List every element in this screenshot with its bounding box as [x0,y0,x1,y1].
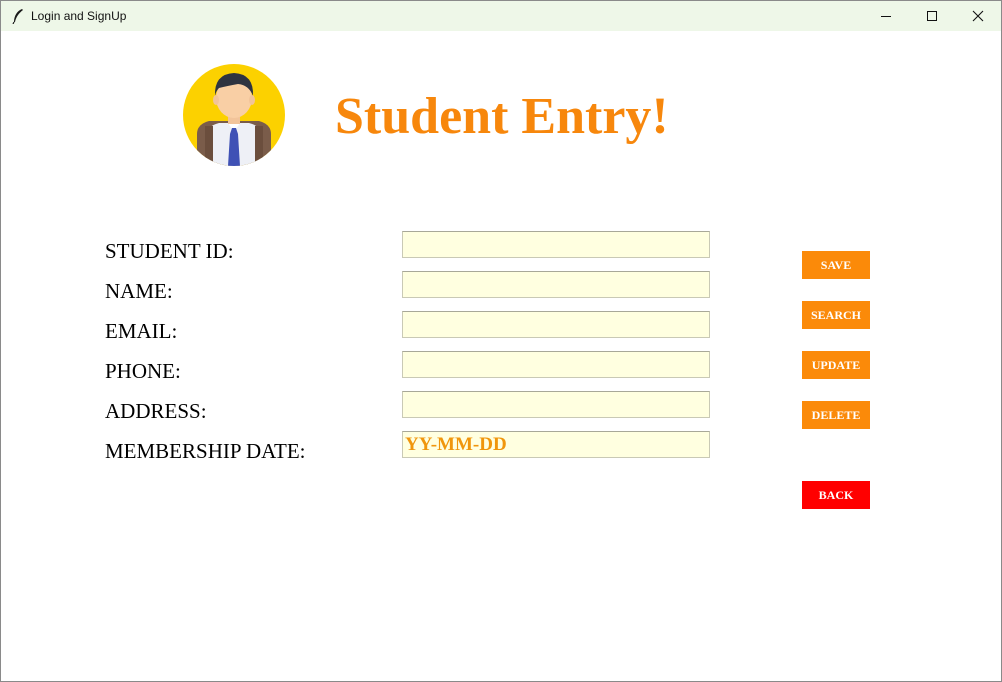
app-window: Login and SignUp Student Entry! STUDENT … [0,0,1002,682]
name-field[interactable] [402,271,710,298]
maximize-button[interactable] [909,1,955,31]
feather-icon [11,8,25,25]
membership-date-field[interactable] [402,431,710,458]
page-title: Student Entry! [335,88,669,145]
name-label: NAME: [105,279,173,303]
delete-button[interactable]: DELETE [802,401,870,429]
student-id-field[interactable] [402,231,710,258]
maximize-icon [926,10,938,22]
phone-field[interactable] [402,351,710,378]
address-field[interactable] [402,391,710,418]
save-button[interactable]: SAVE [802,251,870,279]
student-avatar-icon [183,64,285,166]
search-button[interactable]: SEARCH [802,301,870,329]
minimize-button[interactable] [863,1,909,31]
email-field[interactable] [402,311,710,338]
phone-label: PHONE: [105,359,181,383]
window-title: Login and SignUp [31,9,127,23]
update-button[interactable]: UPDATE [802,351,870,379]
minimize-icon [880,10,892,22]
student-id-label: STUDENT ID: [105,239,234,263]
email-label: EMAIL: [105,319,178,343]
back-button[interactable]: BACK [802,481,870,509]
title-bar[interactable]: Login and SignUp [1,1,1001,31]
address-label: ADDRESS: [105,399,207,423]
membership-date-label: MEMBERSHIP DATE: [105,439,306,463]
close-button[interactable] [955,1,1001,31]
close-icon [972,10,984,22]
